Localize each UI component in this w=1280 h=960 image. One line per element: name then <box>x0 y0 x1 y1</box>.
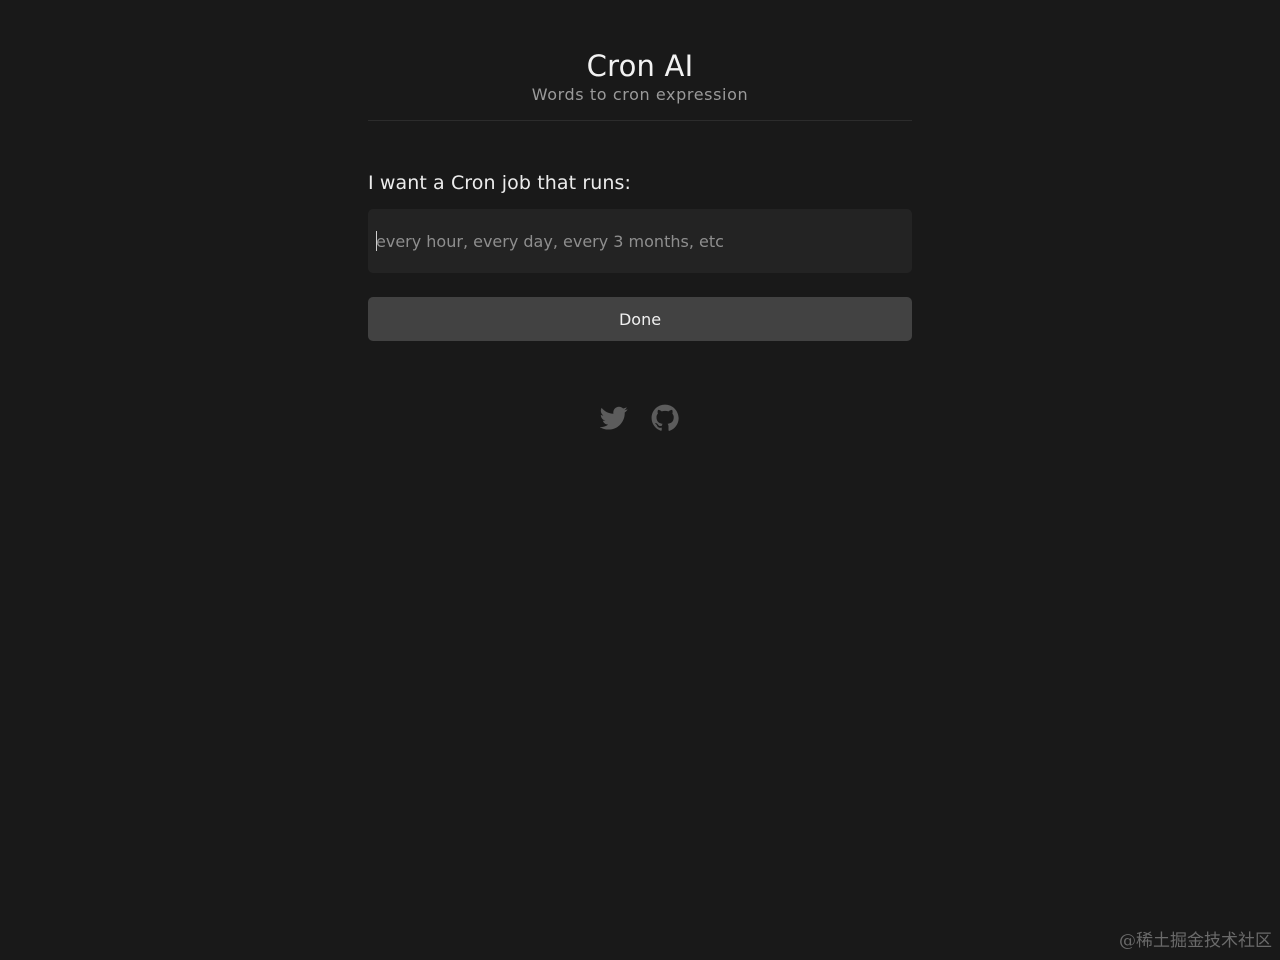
twitter-icon <box>599 406 628 430</box>
watermark: @稀土掘金技术社区 <box>1119 931 1272 951</box>
text-cursor <box>376 231 377 251</box>
header: Cron AI Words to cron expression <box>368 0 912 121</box>
social-links <box>599 404 680 432</box>
page: Cron AI Words to cron expression I want … <box>0 0 1280 960</box>
schedule-input[interactable] <box>368 209 912 273</box>
prompt-label: I want a Cron job that runs: <box>368 172 632 194</box>
twitter-link[interactable] <box>599 404 628 432</box>
page-title: Cron AI <box>586 49 694 83</box>
page-subtitle: Words to cron expression <box>531 85 749 104</box>
done-button[interactable]: Done <box>368 297 912 341</box>
main-container: Cron AI Words to cron expression I want … <box>368 0 912 341</box>
schedule-input-box <box>368 209 912 273</box>
github-link[interactable] <box>651 404 679 432</box>
github-icon <box>651 404 679 431</box>
